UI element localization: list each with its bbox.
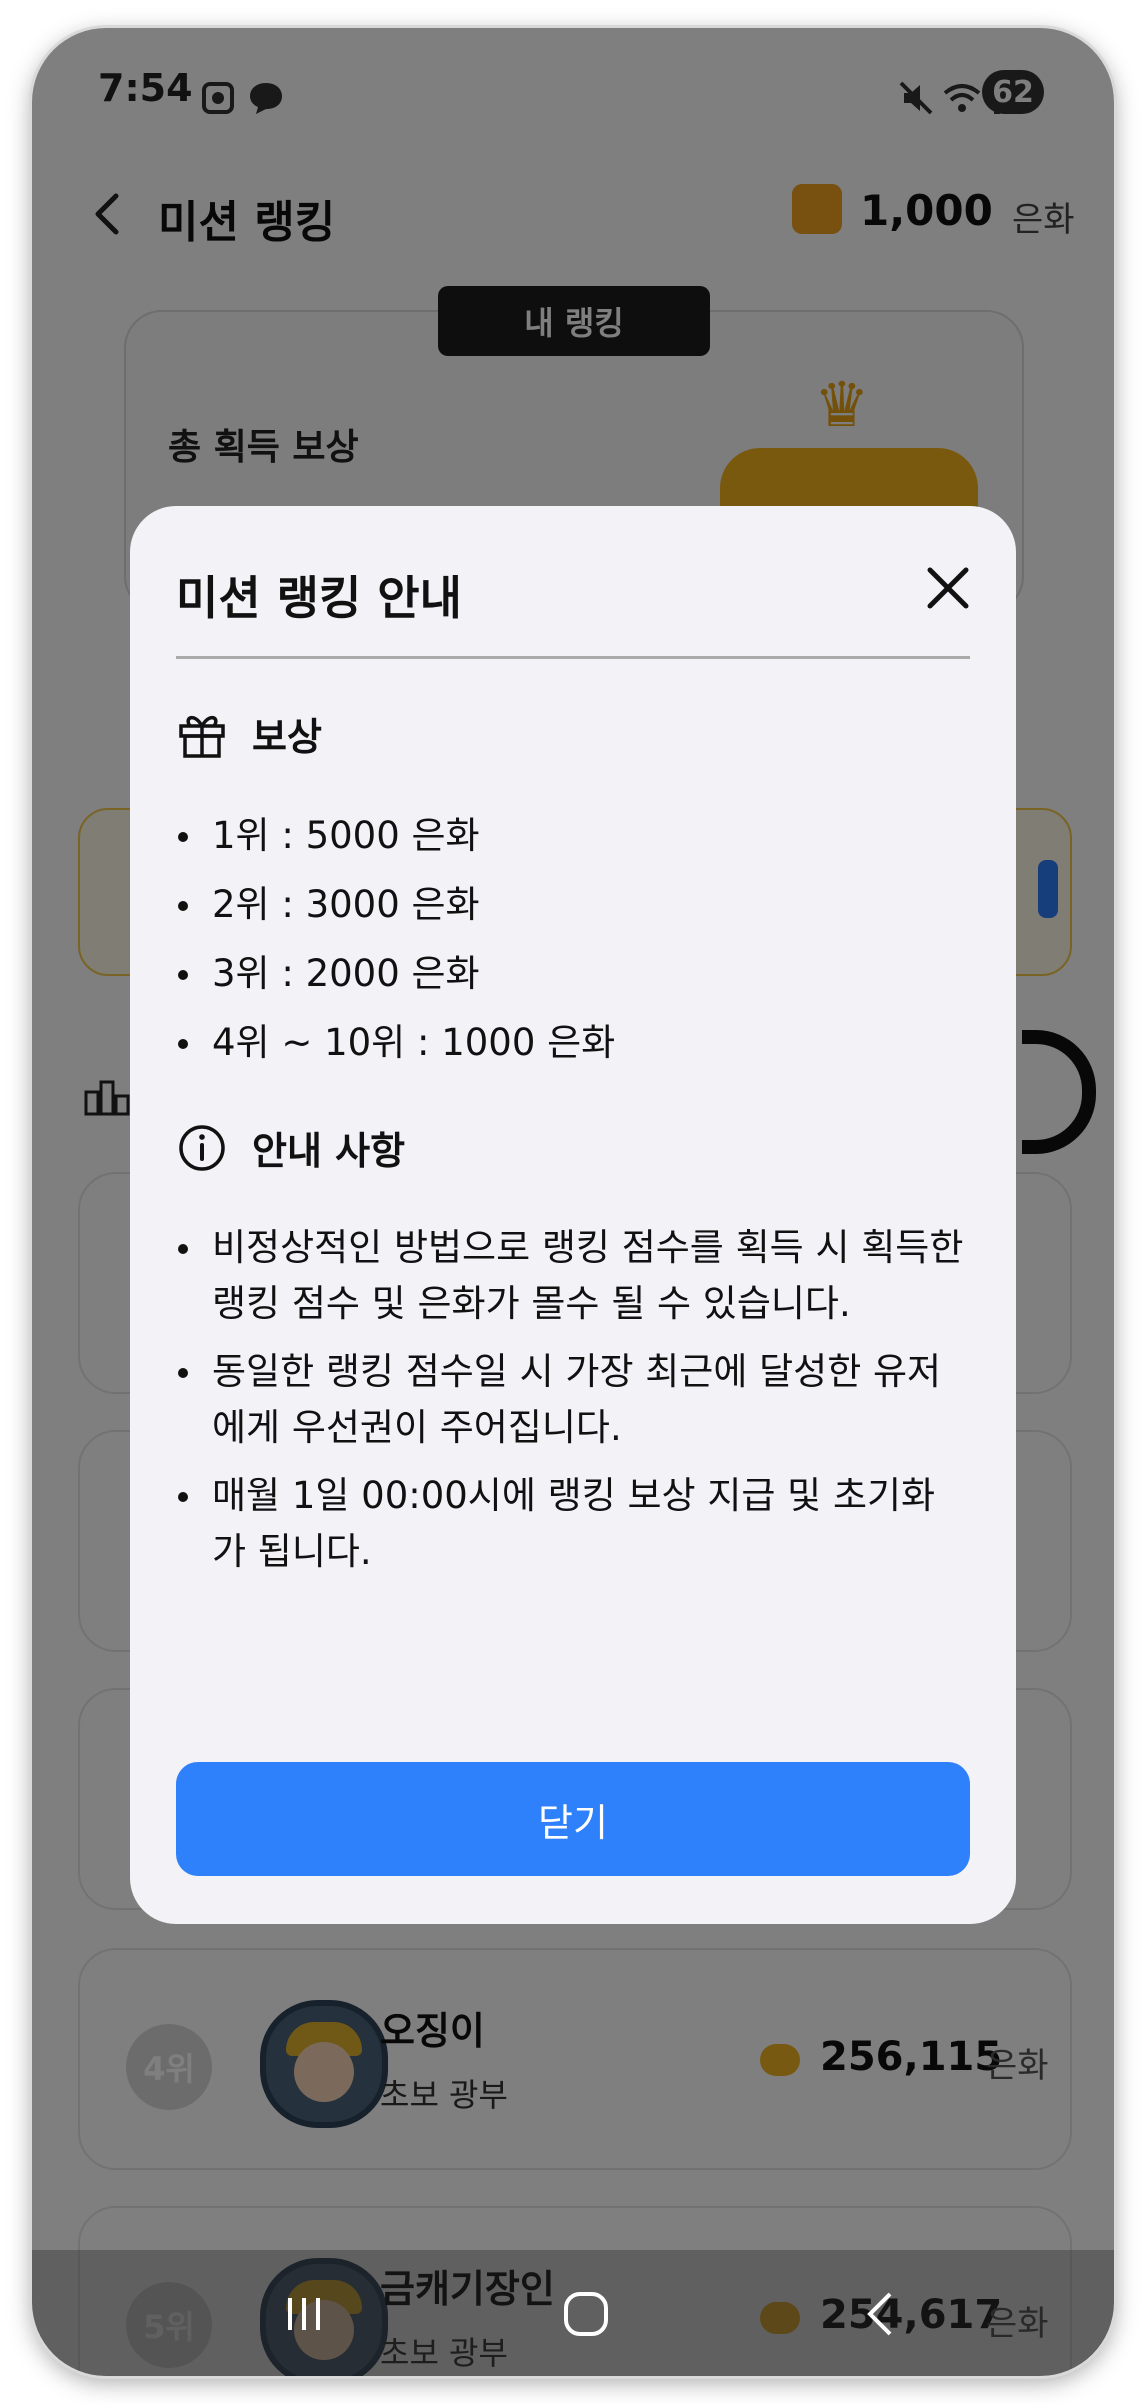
rewards-list: 1위 : 5000 은화 2위 : 3000 은화 3위 : 2000 은화 4… <box>176 808 966 1084</box>
close-icon[interactable] <box>918 558 978 618</box>
ranking-info-modal: 미션 랭킹 안내 보상 1위 : 5000 은화 2위 : 3000 은화 3위… <box>130 506 1016 1924</box>
notices-heading: 안내 사항 <box>176 1120 405 1175</box>
reward-item: 3위 : 2000 은화 <box>176 946 966 1002</box>
notice-item: 매월 1일 00:00시에 랭킹 보상 지급 및 초기화가 됩니다. <box>176 1468 966 1580</box>
close-button[interactable]: 닫기 <box>176 1762 970 1876</box>
system-nav-bar <box>32 2250 1114 2376</box>
home-icon[interactable] <box>556 2284 616 2344</box>
notice-item: 비정상적인 방법으로 랭킹 점수를 획득 시 획득한 랭킹 점수 및 은화가 몰… <box>176 1220 966 1332</box>
nav-back-icon[interactable] <box>852 2284 912 2344</box>
notice-item: 동일한 랭킹 점수일 시 가장 최근에 달성한 유저에게 우선권이 주어집니다. <box>176 1344 966 1456</box>
reward-item: 1위 : 5000 은화 <box>176 808 966 864</box>
info-icon <box>179 1124 225 1171</box>
divider <box>176 656 970 659</box>
phone-screen: 7:54 62 미션 랭킹 1,000 은화 <box>32 28 1114 2376</box>
rewards-heading: 보상 <box>176 706 322 761</box>
rewards-heading-text: 보상 <box>252 715 322 759</box>
reward-item: 2위 : 3000 은화 <box>176 877 966 933</box>
recent-apps-icon[interactable] <box>274 2284 334 2344</box>
reward-item: 4위 ~ 10위 : 1000 은화 <box>176 1015 966 1071</box>
gift-icon <box>179 715 225 758</box>
modal-title: 미션 랭킹 안내 <box>176 571 462 625</box>
notices-heading-text: 안내 사항 <box>252 1129 406 1173</box>
notices-list: 비정상적인 방법으로 랭킹 점수를 획득 시 획득한 랭킹 점수 및 은화가 몰… <box>176 1220 966 1592</box>
